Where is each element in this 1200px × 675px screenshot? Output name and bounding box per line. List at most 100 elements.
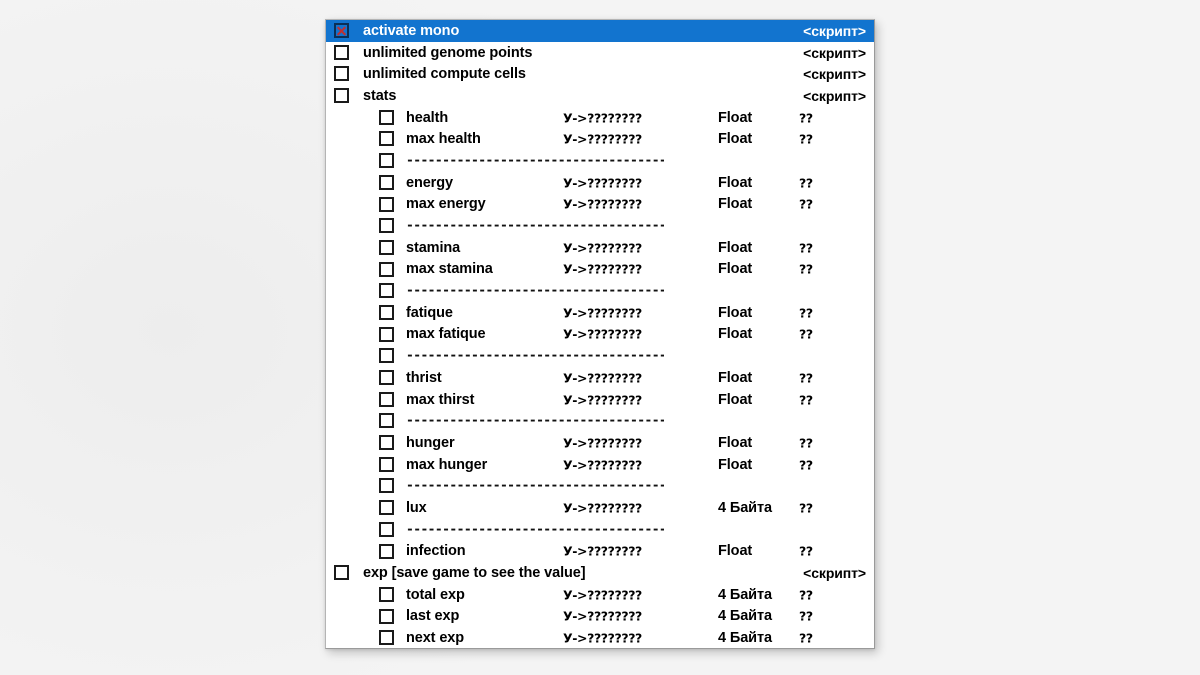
address-row-max-energy[interactable]: max energy У->???????? Float??	[326, 194, 874, 216]
row-checkbox-max-fatique[interactable]	[379, 326, 394, 342]
row-checkbox-sep-7[interactable]	[379, 521, 394, 537]
address-row-max-fatique[interactable]: max fatique У->???????? Float??	[326, 324, 874, 346]
row-checkbox-max-hunger[interactable]	[379, 456, 394, 472]
address-row-energy[interactable]: energy У->???????? Float??	[326, 172, 874, 194]
row-address: У->????????	[563, 175, 642, 191]
address-row-thrist[interactable]: thrist У->???????? Float??	[326, 367, 874, 389]
row-checkbox-sep-3[interactable]	[379, 283, 394, 299]
row-checkbox-sep-2[interactable]	[379, 218, 394, 234]
row-address: У->????????	[563, 110, 642, 126]
address-row-health[interactable]: health У->???????? Float??	[326, 107, 874, 129]
address-row-activate-mono[interactable]: activate mono <скрипт>	[326, 20, 874, 42]
row-address: У->????????	[563, 543, 642, 559]
row-value[interactable]: ??	[799, 240, 813, 255]
row-checkbox-sep-1[interactable]	[379, 153, 394, 169]
row-checkbox-sep-6[interactable]	[379, 478, 394, 494]
row-value[interactable]: ??	[799, 110, 813, 125]
separator-line: ----------------------------------------…	[406, 413, 664, 429]
address-row-sep-3[interactable]: ----------------------------------------…	[326, 280, 874, 302]
row-description: last exp	[406, 608, 460, 625]
address-row-max-hunger[interactable]: max hunger У->???????? Float??	[326, 454, 874, 476]
row-address: У->????????	[563, 608, 642, 624]
row-checkbox-health[interactable]	[379, 109, 394, 125]
address-row-max-thirst[interactable]: max thirst У->???????? Float??	[326, 389, 874, 411]
row-value[interactable]: ??	[799, 132, 813, 147]
address-row-sep-2[interactable]: ----------------------------------------…	[326, 215, 874, 237]
row-address: У->????????	[563, 587, 642, 603]
address-row-sep-1[interactable]: ----------------------------------------…	[326, 150, 874, 172]
row-checkbox-exp-group[interactable]	[334, 565, 349, 581]
row-checkbox-stamina[interactable]	[379, 239, 394, 255]
row-value[interactable]: ??	[799, 457, 813, 472]
row-type: Float	[718, 174, 753, 191]
row-checkbox-last-exp[interactable]	[379, 608, 394, 624]
row-description: max energy	[406, 196, 486, 213]
row-checkbox-max-stamina[interactable]	[379, 261, 394, 277]
row-checkbox-stats[interactable]	[334, 88, 349, 104]
address-row-sep-5[interactable]: ----------------------------------------…	[326, 410, 874, 432]
address-row-sep-6[interactable]: ----------------------------------------…	[326, 475, 874, 497]
address-row-fatique[interactable]: fatique У->???????? Float??	[326, 302, 874, 324]
address-row-last-exp[interactable]: last exp У->???????? 4 Байта??	[326, 606, 874, 628]
address-row-unlimited-compute-cells[interactable]: unlimited compute cells <скрипт>	[326, 63, 874, 85]
row-value[interactable]: ??	[799, 544, 813, 559]
row-checkbox-lux[interactable]	[379, 500, 394, 516]
row-value[interactable]: ??	[799, 631, 813, 646]
address-row-hunger[interactable]: hunger У->???????? Float??	[326, 432, 874, 454]
row-checkbox-unlimited-compute-cells[interactable]	[334, 66, 349, 82]
row-checkbox-max-thirst[interactable]	[379, 391, 394, 407]
row-checkbox-sep-4[interactable]	[379, 348, 394, 364]
row-value[interactable]: ??	[799, 262, 813, 277]
row-description: stats	[363, 87, 397, 104]
row-description: fatique	[406, 304, 453, 321]
address-row-unlimited-genome-points[interactable]: unlimited genome points <скрипт>	[326, 42, 874, 64]
row-type: Float	[718, 391, 753, 408]
row-checkbox-total-exp[interactable]	[379, 586, 394, 602]
row-value[interactable]: ??	[799, 435, 813, 450]
address-row-total-exp[interactable]: total exp У->???????? 4 Байта??	[326, 584, 874, 606]
row-description: infection	[406, 543, 466, 560]
address-row-stamina[interactable]: stamina У->???????? Float??	[326, 237, 874, 259]
row-value[interactable]: ??	[799, 327, 813, 342]
row-value[interactable]: ??	[799, 500, 813, 515]
row-checkbox-thrist[interactable]	[379, 370, 394, 385]
address-row-infection[interactable]: infection У->???????? Float??	[326, 541, 874, 563]
row-checkbox-hunger[interactable]	[379, 435, 394, 451]
row-value[interactable]: ??	[799, 370, 813, 385]
address-row-max-stamina[interactable]: max stamina У->???????? Float??	[326, 259, 874, 281]
row-address: У->????????	[563, 500, 642, 516]
address-list[interactable]: activate mono <скрипт> unlimited genome po…	[326, 20, 874, 648]
address-row-lux[interactable]: lux У->???????? 4 Байта??	[326, 497, 874, 519]
row-address: У->????????	[563, 196, 642, 212]
address-row-exp-group[interactable]: exp [save game to see the value] <скрипт>	[326, 562, 874, 584]
row-type: Float	[718, 239, 753, 256]
row-checkbox-infection[interactable]	[379, 543, 394, 559]
row-checkbox-activate-mono[interactable]	[334, 23, 349, 38]
row-checkbox-unlimited-genome-points[interactable]	[334, 44, 349, 60]
row-type: Float	[718, 261, 753, 278]
row-value[interactable]: ??	[799, 175, 813, 190]
row-value[interactable]: ??	[799, 197, 813, 212]
row-value[interactable]: ??	[799, 609, 813, 624]
row-checkbox-max-health[interactable]	[379, 131, 394, 147]
row-checkbox-max-energy[interactable]	[379, 196, 394, 212]
address-row-max-health[interactable]: max health У->???????? Float??	[326, 128, 874, 150]
row-address: У->????????	[563, 240, 642, 256]
address-row-stats[interactable]: stats <скрипт>	[326, 85, 874, 107]
row-checkbox-sep-5[interactable]	[379, 413, 394, 429]
row-address: У->????????	[563, 457, 642, 473]
row-address: У->????????	[563, 630, 642, 646]
address-row-sep-7[interactable]: ----------------------------------------…	[326, 519, 874, 541]
row-value[interactable]: ??	[799, 587, 813, 602]
row-value[interactable]: ??	[799, 392, 813, 407]
row-address: У->????????	[563, 261, 642, 277]
row-description: energy	[406, 174, 453, 191]
row-checkbox-next-exp[interactable]	[379, 630, 394, 646]
row-address: У->????????	[563, 131, 642, 147]
row-value[interactable]: ??	[799, 305, 813, 320]
separator-line: ----------------------------------------…	[406, 478, 664, 494]
address-row-sep-4[interactable]: ----------------------------------------…	[326, 345, 874, 367]
row-checkbox-energy[interactable]	[379, 174, 394, 190]
address-row-next-exp[interactable]: next exp У->???????? 4 Байта??	[326, 627, 874, 648]
row-checkbox-fatique[interactable]	[379, 304, 394, 320]
